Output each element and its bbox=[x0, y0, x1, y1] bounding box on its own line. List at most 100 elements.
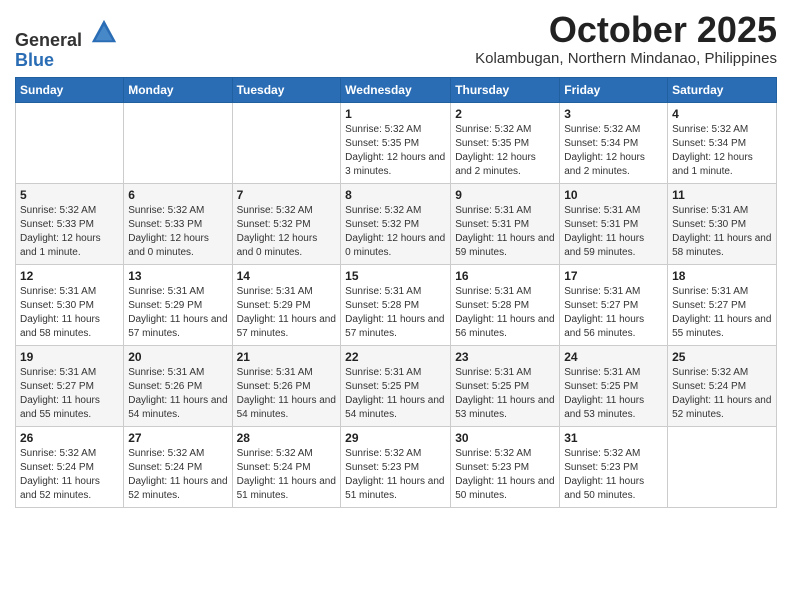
calendar-cell: 12Sunrise: 5:31 AM Sunset: 5:30 PM Dayli… bbox=[16, 264, 124, 345]
day-number: 18 bbox=[672, 269, 772, 283]
calendar-cell bbox=[16, 102, 124, 183]
day-info: Sunrise: 5:31 AM Sunset: 5:25 PM Dayligh… bbox=[455, 366, 555, 422]
calendar-cell: 2Sunrise: 5:32 AM Sunset: 5:35 PM Daylig… bbox=[451, 102, 560, 183]
day-number: 24 bbox=[564, 350, 663, 364]
calendar-cell: 4 Sunrise: 5:32 AM Sunset: 5:34 PM Daylig… bbox=[668, 102, 777, 183]
calendar-cell: 10Sunrise: 5:31 AM Sunset: 5:31 PM Dayli… bbox=[560, 183, 668, 264]
calendar-cell: 27 Sunrise: 5:32 AM Sunset: 5:24 PM Dayli… bbox=[124, 426, 232, 507]
day-info: Sunrise: 5:32 AM Sunset: 5:32 PM Dayligh… bbox=[237, 204, 337, 260]
day-number: 16 bbox=[455, 269, 555, 283]
day-number: 8 bbox=[345, 188, 446, 202]
calendar-cell: 25 Sunrise: 5:32 AM Sunset: 5:24 PM Dayli… bbox=[668, 345, 777, 426]
calendar-cell: 8 Sunrise: 5:32 AM Sunset: 5:32 PM Daylig… bbox=[341, 183, 451, 264]
day-info: Sunrise: 5:32 AM Sunset: 5:33 PM Dayligh… bbox=[128, 204, 227, 260]
calendar-cell: 19 Sunrise: 5:31 AM Sunset: 5:27 PM Dayli… bbox=[16, 345, 124, 426]
day-info: Sunrise: 5:32 AM Sunset: 5:35 PM Dayligh… bbox=[345, 123, 446, 179]
calendar-cell: 5 Sunrise: 5:32 AM Sunset: 5:33 PM Daylig… bbox=[16, 183, 124, 264]
day-info: Sunrise: 5:31 AM Sunset: 5:25 PM Dayligh… bbox=[345, 366, 446, 422]
calendar-cell: 24 Sunrise: 5:31 AM Sunset: 5:25 PM Dayli… bbox=[560, 345, 668, 426]
day-number: 14 bbox=[237, 269, 337, 283]
calendar-cell: 15 Sunrise: 5:31 AM Sunset: 5:28 PM Dayli… bbox=[341, 264, 451, 345]
calendar-cell: 28 Sunrise: 5:32 AM Sunset: 5:24 PM Dayli… bbox=[232, 426, 341, 507]
calendar-cell: 22 Sunrise: 5:31 AM Sunset: 5:25 PM Dayli… bbox=[341, 345, 451, 426]
calendar-cell: 6 Sunrise: 5:32 AM Sunset: 5:33 PM Daylig… bbox=[124, 183, 232, 264]
day-number: 23 bbox=[455, 350, 555, 364]
weekday-header-tuesday: Tuesday bbox=[232, 77, 341, 102]
day-info: Sunrise: 5:31 AM Sunset: 5:29 PM Dayligh… bbox=[128, 285, 227, 341]
calendar-week-2: 5 Sunrise: 5:32 AM Sunset: 5:33 PM Daylig… bbox=[16, 183, 777, 264]
weekday-header-thursday: Thursday bbox=[451, 77, 560, 102]
day-number: 1 bbox=[345, 107, 446, 121]
calendar-cell: 13Sunrise: 5:31 AM Sunset: 5:29 PM Dayli… bbox=[124, 264, 232, 345]
calendar-week-5: 26 Sunrise: 5:32 AM Sunset: 5:24 PM Dayli… bbox=[16, 426, 777, 507]
calendar-cell: 1 Sunrise: 5:32 AM Sunset: 5:35 PM Daylig… bbox=[341, 102, 451, 183]
calendar-cell: 23 Sunrise: 5:31 AM Sunset: 5:25 PM Dayli… bbox=[451, 345, 560, 426]
day-number: 25 bbox=[672, 350, 772, 364]
calendar-week-4: 19 Sunrise: 5:31 AM Sunset: 5:27 PM Dayli… bbox=[16, 345, 777, 426]
day-info: Sunrise: 5:32 AM Sunset: 5:24 PM Dayligh… bbox=[20, 447, 119, 503]
day-number: 12 bbox=[20, 269, 119, 283]
day-info: Sunrise: 5:31 AM Sunset: 5:28 PM Dayligh… bbox=[455, 285, 555, 341]
day-info: Sunrise: 5:32 AM Sunset: 5:34 PM Dayligh… bbox=[672, 123, 772, 179]
calendar-cell bbox=[232, 102, 341, 183]
day-number: 30 bbox=[455, 431, 555, 445]
weekday-header-friday: Friday bbox=[560, 77, 668, 102]
day-info: Sunrise: 5:32 AM Sunset: 5:33 PM Dayligh… bbox=[20, 204, 119, 260]
day-info: Sunrise: 5:31 AM Sunset: 5:27 PM Dayligh… bbox=[20, 366, 119, 422]
day-info: Sunrise: 5:32 AM Sunset: 5:32 PM Dayligh… bbox=[345, 204, 446, 260]
day-info: Sunrise: 5:31 AM Sunset: 5:25 PM Dayligh… bbox=[564, 366, 663, 422]
calendar-cell: 30 Sunrise: 5:32 AM Sunset: 5:23 PM Dayli… bbox=[451, 426, 560, 507]
calendar-cell: 17 Sunrise: 5:31 AM Sunset: 5:27 PM Dayli… bbox=[560, 264, 668, 345]
calendar-cell: 18 Sunrise: 5:31 AM Sunset: 5:27 PM Dayli… bbox=[668, 264, 777, 345]
calendar-cell: 16 Sunrise: 5:31 AM Sunset: 5:28 PM Dayli… bbox=[451, 264, 560, 345]
calendar-cell: 3 Sunrise: 5:32 AM Sunset: 5:34 PM Daylig… bbox=[560, 102, 668, 183]
day-number: 21 bbox=[237, 350, 337, 364]
day-number: 5 bbox=[20, 188, 119, 202]
weekday-header-saturday: Saturday bbox=[668, 77, 777, 102]
day-info: Sunrise: 5:31 AM Sunset: 5:27 PM Dayligh… bbox=[564, 285, 663, 341]
day-number: 22 bbox=[345, 350, 446, 364]
day-info: Sunrise: 5:31 AM Sunset: 5:26 PM Dayligh… bbox=[128, 366, 227, 422]
day-info: Sunrise: 5:32 AM Sunset: 5:24 PM Dayligh… bbox=[237, 447, 337, 503]
calendar-cell: 29Sunrise: 5:32 AM Sunset: 5:23 PM Dayli… bbox=[341, 426, 451, 507]
calendar-cell: 26 Sunrise: 5:32 AM Sunset: 5:24 PM Dayli… bbox=[16, 426, 124, 507]
day-info: Sunrise: 5:31 AM Sunset: 5:31 PM Dayligh… bbox=[455, 204, 555, 260]
logo-general: General bbox=[15, 30, 82, 50]
day-number: 31 bbox=[564, 431, 663, 445]
day-number: 28 bbox=[237, 431, 337, 445]
day-info: Sunrise: 5:31 AM Sunset: 5:28 PM Dayligh… bbox=[345, 285, 446, 341]
calendar-week-3: 12Sunrise: 5:31 AM Sunset: 5:30 PM Dayli… bbox=[16, 264, 777, 345]
calendar-table: SundayMondayTuesdayWednesdayThursdayFrid… bbox=[15, 77, 777, 508]
day-number: 6 bbox=[128, 188, 227, 202]
calendar-cell: 20 Sunrise: 5:31 AM Sunset: 5:26 PM Dayli… bbox=[124, 345, 232, 426]
day-number: 9 bbox=[455, 188, 555, 202]
day-info: Sunrise: 5:32 AM Sunset: 5:34 PM Dayligh… bbox=[564, 123, 663, 179]
day-info: Sunrise: 5:32 AM Sunset: 5:24 PM Dayligh… bbox=[672, 366, 772, 422]
calendar-week-1: 1 Sunrise: 5:32 AM Sunset: 5:35 PM Daylig… bbox=[16, 102, 777, 183]
calendar-cell bbox=[668, 426, 777, 507]
calendar-cell: 7 Sunrise: 5:32 AM Sunset: 5:32 PM Daylig… bbox=[232, 183, 341, 264]
day-number: 7 bbox=[237, 188, 337, 202]
day-info: Sunrise: 5:32 AM Sunset: 5:23 PM Dayligh… bbox=[455, 447, 555, 503]
day-info: Sunrise: 5:31 AM Sunset: 5:27 PM Dayligh… bbox=[672, 285, 772, 341]
day-number: 3 bbox=[564, 107, 663, 121]
day-number: 15 bbox=[345, 269, 446, 283]
day-info: Sunrise: 5:32 AM Sunset: 5:23 PM Dayligh… bbox=[345, 447, 446, 503]
calendar-cell bbox=[124, 102, 232, 183]
weekday-header-row: SundayMondayTuesdayWednesdayThursdayFrid… bbox=[16, 77, 777, 102]
day-number: 27 bbox=[128, 431, 227, 445]
day-info: Sunrise: 5:32 AM Sunset: 5:24 PM Dayligh… bbox=[128, 447, 227, 503]
logo: General Blue bbox=[15, 18, 118, 71]
day-number: 26 bbox=[20, 431, 119, 445]
day-info: Sunrise: 5:31 AM Sunset: 5:26 PM Dayligh… bbox=[237, 366, 337, 422]
day-number: 4 bbox=[672, 107, 772, 121]
page-header: General Blue October 2025 Kolambugan, No… bbox=[15, 10, 777, 71]
month-title: October 2025 bbox=[475, 10, 777, 50]
day-number: 19 bbox=[20, 350, 119, 364]
logo-blue: Blue bbox=[15, 51, 118, 71]
day-number: 2 bbox=[455, 107, 555, 121]
day-number: 17 bbox=[564, 269, 663, 283]
day-number: 20 bbox=[128, 350, 227, 364]
title-area: October 2025 Kolambugan, Northern Mindan… bbox=[475, 10, 777, 67]
day-info: Sunrise: 5:31 AM Sunset: 5:31 PM Dayligh… bbox=[564, 204, 663, 260]
